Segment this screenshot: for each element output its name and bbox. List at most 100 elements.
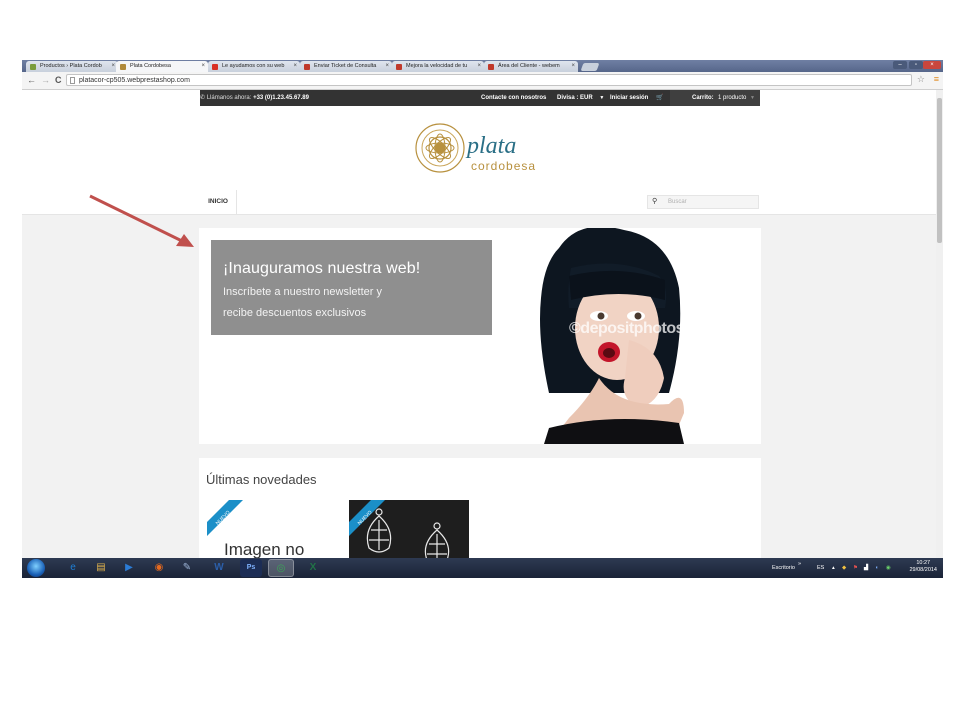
tray-app-icon[interactable]: ◆ [842,558,846,578]
logo-line2: cordobesa [471,159,536,173]
chevron-down-icon: ▼ [599,95,605,101]
windows-taskbar: e ▤ ▶ ◉ ✎ W Ps ◎ X Escritorio » ES ▴ ◆ ⚑… [22,558,943,578]
webempresa-favicon-icon [304,64,310,70]
word-icon[interactable]: W [208,559,230,577]
close-icon[interactable]: × [477,61,481,72]
no-image-label: Imagen no [224,540,305,558]
minimize-icon[interactable]: – [893,61,907,69]
leaf-favicon-icon [30,64,36,70]
leaf-favicon-icon [120,64,126,70]
home-slider-banner[interactable]: ¡Inauguramos nuestra web! Inscríbete a n… [199,228,761,444]
browser-tab-1[interactable]: Productos › Plata Cordob × [26,61,118,72]
photoshop-icon[interactable]: Ps [240,559,262,577]
currency-label: Divisa : EUR [557,95,593,101]
close-icon[interactable]: × [571,61,575,72]
scrollbar-thumb[interactable] [937,98,942,243]
call-info: ✆ Llámanos ahora: +33 (0)1.23.45.67.89 [200,90,309,106]
cart-count: 1 producto [718,95,747,101]
browser-tab-5[interactable]: Mejora la velocidad de tu × [392,61,484,72]
currency-selector[interactable]: Divisa : EUR ▼ [557,90,604,106]
login-link[interactable]: Iniciar sesión [610,90,648,106]
product-card[interactable]: NUEVO [349,500,469,558]
filigree-flower-icon [415,123,465,173]
search-input[interactable]: ⚲ Buscar [647,195,759,209]
browser-tab-4[interactable]: Enviar Ticket de Consulta × [300,61,392,72]
excel-icon[interactable]: X [302,559,324,577]
webempresa-favicon-icon [396,64,402,70]
media-player-icon[interactable]: ▶ [118,559,140,577]
main-navigation: INICIO ⚲ Buscar [22,190,936,215]
bookmark-star-icon[interactable]: ☆ [917,74,925,85]
tray-flag-icon[interactable]: ⚑ [853,558,858,578]
search-placeholder: Buscar [668,199,687,205]
new-badge-icon: NUEVO [349,500,385,536]
browser-tab-3[interactable]: Le ayudamos con su web × [208,61,300,72]
close-icon[interactable]: × [293,61,297,72]
reload-icon[interactable]: C [55,75,62,85]
network-icon[interactable]: ▟ [864,558,868,578]
close-icon[interactable]: × [385,61,389,72]
browser-tab-strip: Productos › Plata Cordob × Plata Cordobe… [22,60,943,72]
tray-sync-icon[interactable]: ◉ [886,558,891,578]
browser-tab-6[interactable]: Área del Cliente - webem × [484,61,578,72]
contact-link[interactable]: Contacte con nosotros [481,90,546,106]
phone-icon: ✆ [200,95,206,101]
desktop-toolbar-label[interactable]: Escritorio [772,558,795,578]
new-products-section: Últimas novedades NUEVO Imagen no NUEVO [199,458,761,558]
address-bar-input[interactable]: platacor-cp505.webprestashop.com [66,74,912,86]
banner-text-line1: Inscríbete a nuestro newsletter y [223,286,382,298]
clock-time: 10:27 [916,560,931,566]
new-badge-icon: NUEVO [207,500,243,536]
clock-date: 29/08/2014 [909,567,937,573]
notepad-icon[interactable]: ✎ [176,559,198,577]
browser-tab-2[interactable]: Plata Cordobesa × [116,61,208,72]
webempresa-favicon-icon [488,64,494,70]
tab-label: Área del Cliente - webem [498,63,560,69]
product-card[interactable]: NUEVO Imagen no [207,500,325,558]
cart-icon[interactable]: 🛒 [656,90,663,106]
tab-label: Productos › Plata Cordob [40,63,102,69]
file-explorer-icon[interactable]: ▤ [90,559,112,577]
maximize-icon[interactable]: ▫ [909,61,923,69]
chrome-icon[interactable]: ◎ [268,559,294,577]
volume-icon[interactable]: ◖ [875,558,878,578]
page-icon [70,77,75,84]
shop-topbar-inner: ✆ Llámanos ahora: +33 (0)1.23.45.67.89 C… [200,90,760,106]
window-close-icon[interactable]: × [923,61,941,69]
tab-label: Le ayudamos con su web [222,63,285,69]
browser-menu-icon[interactable]: ≡ [934,74,939,84]
close-icon[interactable]: × [111,61,115,72]
browser-toolbar: ← → C platacor-cp505.webprestashop.com ☆… [22,72,943,90]
new-tab-button[interactable] [580,63,600,71]
page-scrollbar[interactable] [936,90,943,558]
tab-label: Plata Cordobesa [130,63,171,69]
close-icon[interactable]: × [201,61,205,72]
search-icon[interactable]: ⚲ [652,197,657,205]
system-clock[interactable]: 10:27 29/08/2014 [909,560,937,574]
chevron-down-icon: ▼ [750,95,755,101]
nav-home[interactable]: INICIO [200,190,237,214]
url-text: platacor-cp505.webprestashop.com [79,77,190,84]
internet-explorer-icon[interactable]: e [62,559,84,577]
section-heading: Últimas novedades [206,472,317,487]
arrow-left-icon[interactable]: ← [27,75,36,85]
cart-label: Carrito: [692,95,714,101]
shop-header: plata cordobesa [22,106,936,191]
firefox-icon[interactable]: ◉ [148,559,170,577]
tab-label: Mejora la velocidad de tu [406,63,468,69]
language-indicator[interactable]: ES [817,558,824,578]
call-label: Llámanos ahora: [206,95,252,101]
tab-label: Enviar Ticket de Consulta [314,63,377,69]
cart-summary[interactable]: Carrito: 1 producto ▼ [670,90,760,106]
shop-logo[interactable]: plata cordobesa [415,120,545,180]
phone-number: +33 (0)1.23.45.67.89 [253,95,309,101]
photo-watermark: ©depositphotos [569,320,685,337]
tray-arrow-icon[interactable]: ▴ [832,558,835,578]
chevron-right-icon[interactable]: » [798,554,801,574]
windows-start-icon[interactable] [27,559,45,577]
gmail-favicon-icon [212,64,218,70]
banner-title: ¡Inauguramos nuestra web! [223,260,421,277]
arrow-right-icon[interactable]: → [41,75,50,85]
banner-text-line2: recibe descuentos exclusivos [223,307,367,319]
banner-caption: ¡Inauguramos nuestra web! Inscríbete a n… [211,240,492,335]
